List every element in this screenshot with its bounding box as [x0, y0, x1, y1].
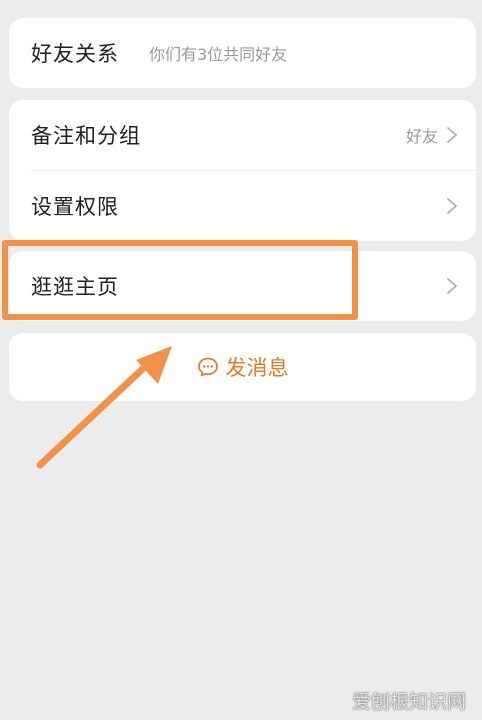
- permission-title: 设置权限: [31, 195, 119, 219]
- remark-group-right: 好友: [406, 123, 460, 147]
- mutual-friends-text: 你们有3位共同好友: [149, 45, 288, 64]
- chevron-right-icon: [447, 127, 457, 143]
- chat-bubble-icon: [197, 357, 218, 377]
- send-message-button[interactable]: 发消息: [9, 333, 476, 401]
- message-card: 发消息: [9, 333, 476, 401]
- permission-row[interactable]: 设置权限: [9, 171, 476, 241]
- relationship-row[interactable]: 好友关系 你们有3位共同好友: [9, 18, 476, 88]
- send-message-label: 发消息: [225, 356, 289, 380]
- chevron-right-icon: [447, 198, 457, 214]
- remark-group-value: 好友: [405, 127, 438, 146]
- highlight-box: [2, 240, 358, 320]
- settings-card: 备注和分组 好友 设置权限: [9, 100, 476, 241]
- relationship-card: 好友关系 你们有3位共同好友: [9, 18, 476, 88]
- watermark: 爱刨根知识网: [351, 691, 466, 713]
- remark-group-row[interactable]: 备注和分组 好友: [9, 100, 476, 170]
- permission-right: [438, 196, 460, 216]
- chevron-right-icon: [447, 278, 457, 294]
- remark-group-title: 备注和分组: [31, 124, 141, 148]
- homepage-right: [438, 276, 460, 296]
- relationship-title: 好友关系: [31, 42, 119, 66]
